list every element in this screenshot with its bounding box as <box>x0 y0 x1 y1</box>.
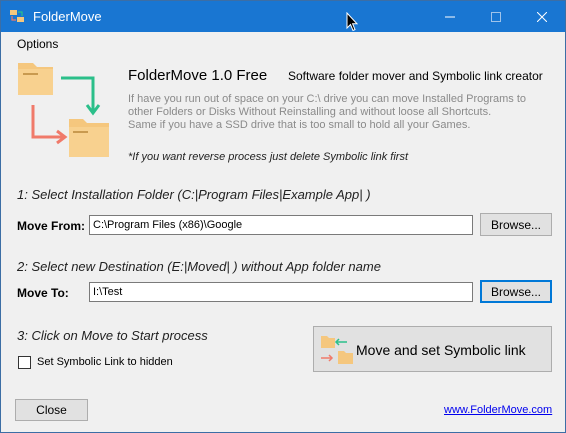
move-button-label: Move and set Symbolic link <box>356 342 526 358</box>
move-to-label: Move To: <box>17 286 69 300</box>
move-folder-icon <box>321 336 353 364</box>
move-from-input[interactable]: C:\Program Files (x86)\Google <box>89 215 473 235</box>
app-tagline: Software folder mover and Symbolic link … <box>288 69 543 83</box>
step1-heading: 1: Select Installation Folder (C:|Progra… <box>17 187 371 202</box>
close-icon <box>537 11 547 22</box>
window-title: FolderMove <box>33 9 102 24</box>
app-name: FolderMove 1.0 Free <box>128 67 268 84</box>
description-line: other Folders or Disks Without Reinstall… <box>128 106 492 118</box>
reverse-note: *If you want reverse process just delete… <box>128 151 409 163</box>
menu-options[interactable]: Options <box>17 37 58 51</box>
move-to-input[interactable]: I:\Test <box>89 282 473 302</box>
mouse-cursor-icon <box>346 12 358 32</box>
app-window: FolderMove Options FolderMove 1.0 Free S… <box>0 0 566 433</box>
description-line: If have you run out of space on your C:\… <box>128 93 527 105</box>
app-icon <box>10 10 24 22</box>
close-button[interactable]: Close <box>15 399 88 421</box>
minimize-button[interactable] <box>427 1 473 32</box>
close-window-button[interactable] <box>519 1 565 32</box>
website-link[interactable]: www.FolderMove.com <box>444 404 552 416</box>
foldermove-logo <box>18 63 109 157</box>
menu-bar: Options <box>1 32 565 54</box>
hidden-link-checkbox[interactable] <box>18 356 31 369</box>
description-line: Same if you have a SSD drive that is too… <box>128 119 471 131</box>
maximize-button[interactable] <box>473 1 519 32</box>
move-and-link-button[interactable]: Move and set Symbolic link <box>313 326 552 372</box>
browse-source-button[interactable]: Browse... <box>480 213 552 236</box>
title-bar[interactable]: FolderMove <box>1 1 565 32</box>
step2-heading: 2: Select new Destination (E:|Moved| ) w… <box>17 259 381 274</box>
move-from-label: Move From: <box>17 219 86 233</box>
browse-destination-button[interactable]: Browse... <box>480 280 552 303</box>
minimize-icon <box>445 16 455 17</box>
step3-heading: 3: Click on Move to Start process <box>17 328 208 343</box>
hidden-link-label[interactable]: Set Symbolic Link to hidden <box>37 356 173 368</box>
description: If have you run out of space on your C:\… <box>128 93 538 132</box>
maximize-icon <box>491 11 501 22</box>
